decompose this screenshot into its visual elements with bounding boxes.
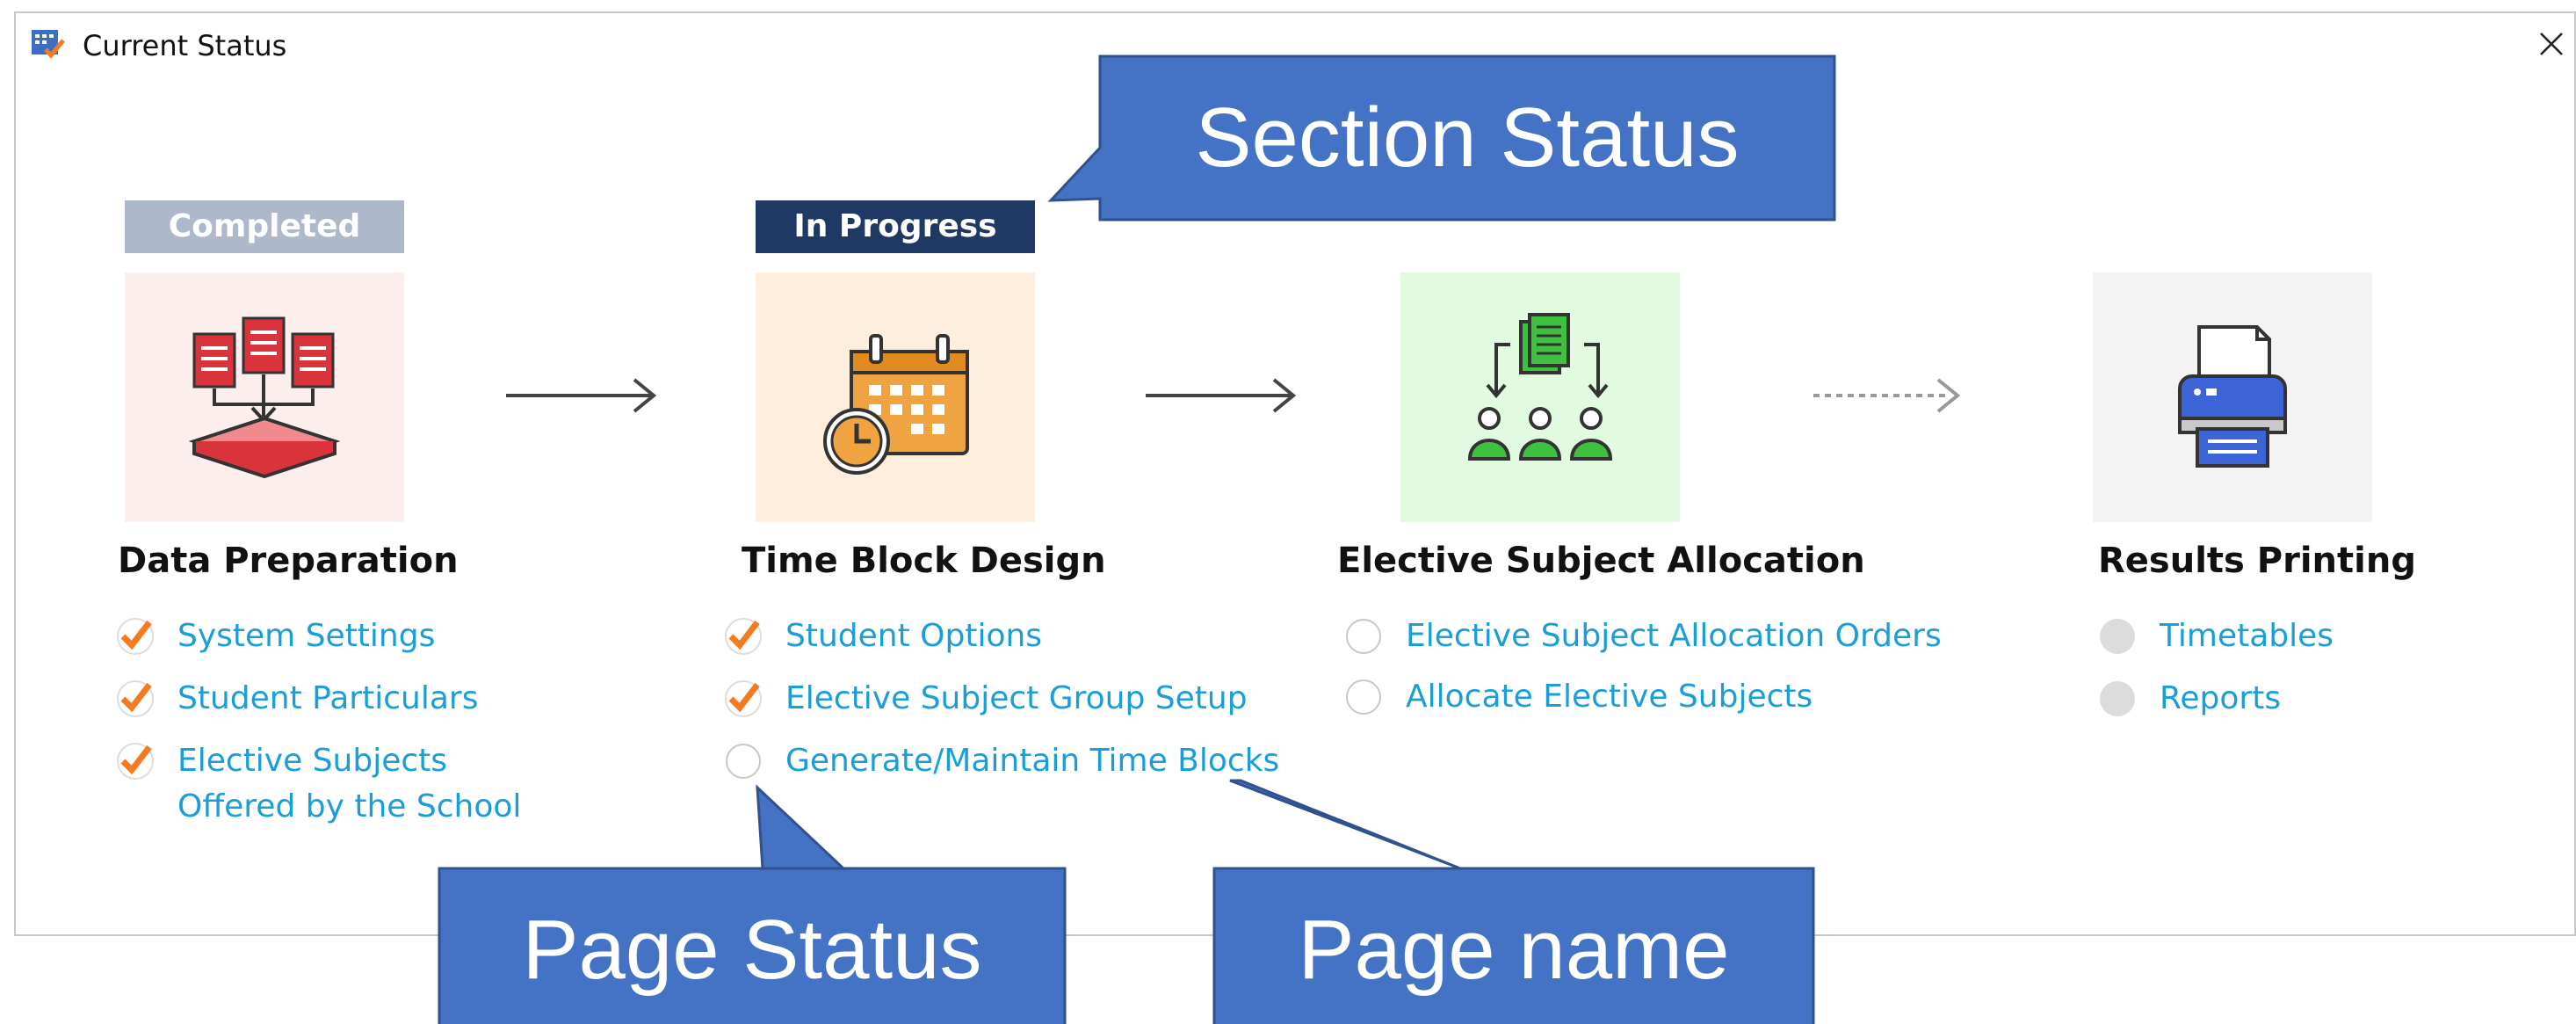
checked-status-icon (724, 679, 763, 718)
window-title: Current Status (83, 29, 287, 62)
section-title-results-printing: Results Printing (2098, 541, 2416, 581)
flow-arrow-1 (506, 378, 657, 413)
timetable-app-icon (32, 30, 65, 59)
page-link-timetables[interactable]: Timetables (2160, 614, 2334, 659)
empty-status-icon (1344, 678, 1383, 716)
checked-status-icon (116, 742, 155, 781)
results-printing-tile[interactable] (2093, 272, 2372, 522)
section-status-callout: Section Status (1195, 91, 1740, 185)
page-name-callout: Page name (1298, 903, 1730, 997)
close-icon[interactable] (2534, 26, 2569, 62)
page-link-elective-subject-allocation-orders[interactable]: Elective Subject Allocation Orders (1406, 614, 1942, 659)
disabled-status-icon (2098, 679, 2137, 718)
page-link-student-particulars[interactable]: Student Particulars (177, 676, 478, 722)
data-preparation-tile[interactable] (125, 272, 404, 522)
page-link-allocate-elective-subjects[interactable]: Allocate Elective Subjects (1406, 674, 1813, 720)
checked-status-icon (116, 617, 155, 656)
time-block-design-tile[interactable] (756, 272, 1035, 522)
section-title-data-preparation: Data Preparation (118, 541, 459, 581)
elective-subject-allocation-tile[interactable] (1400, 272, 1680, 522)
page-link-reports[interactable]: Reports (2160, 676, 2281, 722)
page-link-line-1: Elective Subjects (177, 743, 448, 779)
section-status-badge-in-progress: In Progress (756, 200, 1035, 253)
calendar-clock-icon (823, 334, 969, 475)
section-title-time-block-design: Time Block Design (742, 541, 1106, 581)
checked-status-icon (116, 679, 155, 718)
page-link-elective-subjects-offered[interactable]: Elective Subjects Offered by the School (177, 738, 521, 830)
printer-icon (2178, 325, 2287, 468)
section-title-elective-subject-allocation: Elective Subject Allocation (1337, 541, 1865, 581)
disabled-status-icon (2098, 617, 2137, 656)
documents-import-icon (188, 316, 341, 479)
empty-status-icon (724, 742, 763, 781)
page-link-elective-subject-group-setup[interactable]: Elective Subject Group Setup (785, 676, 1248, 722)
page-link-system-settings[interactable]: System Settings (177, 614, 435, 659)
page-link-line-2: Offered by the School (177, 788, 522, 824)
flow-arrow-3 (1813, 378, 1961, 413)
checked-status-icon (724, 617, 763, 656)
page-link-generate-maintain-time-blocks[interactable]: Generate/Maintain Time Blocks (785, 738, 1279, 784)
section-status-badge-completed: Completed (125, 200, 404, 253)
page-status-callout: Page Status (522, 903, 982, 997)
empty-status-icon (1344, 617, 1383, 656)
page-link-student-options[interactable]: Student Options (785, 614, 1042, 659)
group-allocation-icon (1467, 313, 1613, 461)
flow-arrow-2 (1146, 378, 1297, 413)
